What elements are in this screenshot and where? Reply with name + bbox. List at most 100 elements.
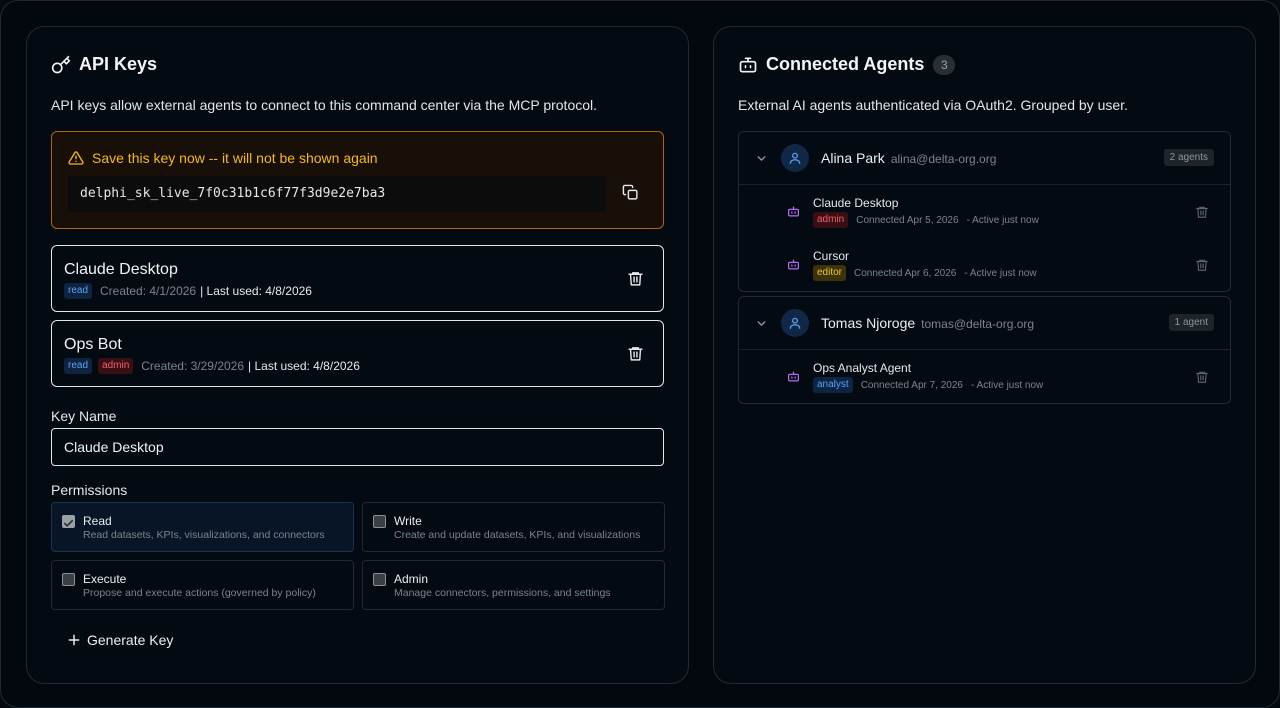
permission-option-execute[interactable]: Execute Propose and execute actions (gov… [51, 560, 354, 610]
user-icon [789, 152, 801, 164]
key-name-label: Key Name [51, 408, 117, 424]
user-name-text: Tomas Njoroge [821, 315, 916, 331]
role-tag: editor [813, 265, 847, 281]
permission-checkbox-admin[interactable] [373, 573, 386, 586]
user-icon [789, 317, 801, 329]
user-avatar [781, 144, 809, 172]
permission-description: Read datasets, KPIs, visualizations, and… [83, 529, 325, 541]
user-group-header[interactable]: Tomas Njoroge tomas@delta-org.org 1 agent [739, 297, 1230, 350]
permission-checkbox-write[interactable] [373, 515, 386, 528]
permission-tag: read [64, 283, 93, 299]
warning-text: Save this key now -- it will not be show… [92, 150, 378, 166]
agent-count-badge: 2 agents [1163, 149, 1214, 166]
bot-icon [788, 259, 799, 270]
connected-agents-title: Connected Agents 3 [738, 54, 956, 75]
api-keys-title: API Keys [51, 54, 157, 75]
user-group-header[interactable]: Alina Park alina@delta-org.org 2 agents [739, 132, 1230, 185]
user-name-text: Alina Park [821, 150, 885, 166]
user-email: tomas@delta-org.org [921, 317, 1035, 331]
agent-active: - Active just now [964, 267, 1037, 279]
app-frame: API Keys API keys allow external agents … [0, 0, 1280, 708]
agent-active: - Active just now [971, 379, 1044, 391]
trash-icon [1196, 206, 1208, 218]
permission-description: Create and update datasets, KPIs, and vi… [394, 529, 641, 541]
revoke-agent-button[interactable] [1195, 205, 1209, 224]
agent-name: Claude Desktop [813, 196, 899, 210]
check-icon [64, 519, 73, 527]
delete-key-button[interactable] [627, 270, 644, 292]
api-keys-title-text: API Keys [79, 54, 158, 74]
chevron-down-icon[interactable] [755, 317, 768, 330]
trash-icon [1196, 371, 1208, 383]
bot-icon [788, 206, 799, 217]
agent-connected: Connected Apr 7, 2026 [860, 379, 963, 391]
revoke-agent-button[interactable] [1195, 370, 1209, 389]
user-agent-group: Tomas Njoroge tomas@delta-org.org 1 agent… [738, 296, 1231, 404]
permission-option-write[interactable]: Write Create and update datasets, KPIs, … [362, 502, 665, 552]
bot-icon [788, 371, 799, 382]
api-keys-panel: API Keys API keys allow external agents … [26, 26, 689, 684]
connected-agents-panel: Connected Agents 3 External AI agents au… [713, 26, 1256, 684]
permission-title: Admin [394, 572, 429, 586]
api-key-name: Ops Bot [64, 336, 122, 353]
new-key-warning-box: Save this key now -- it will not be show… [51, 131, 664, 229]
agents-count-badge: 3 [933, 54, 956, 75]
api-key-created: Created: 4/1/2026 [100, 284, 197, 298]
api-key-created: Created: 3/29/2026 [141, 359, 245, 373]
agent-connected: Connected Apr 5, 2026 [856, 214, 959, 226]
user-avatar [781, 309, 809, 337]
agent-name: Ops Analyst Agent [813, 361, 912, 375]
permission-title: Write [394, 514, 422, 528]
chevron-down-icon[interactable] [755, 152, 768, 165]
agent-row: Cursor editor Connected Apr 6, 2026 - Ac… [739, 238, 1230, 291]
bot-icon [739, 57, 757, 72]
permission-tag: admin [98, 358, 134, 374]
trash-icon [628, 272, 643, 286]
agent-count-badge: 1 agent [1168, 314, 1214, 331]
trash-icon [1196, 259, 1208, 271]
revoke-agent-button[interactable] [1195, 258, 1209, 277]
agent-name: Cursor [813, 249, 850, 263]
agents-description: External AI agents authenticated via OAu… [738, 97, 1128, 113]
agent-row: Ops Analyst Agent analyst Connected Apr … [739, 350, 1230, 403]
user-email: alina@delta-org.org [890, 152, 997, 166]
agent-row: Claude Desktop admin Connected Apr 5, 20… [739, 185, 1230, 238]
warning-message: Save this key now -- it will not be show… [68, 150, 378, 166]
trash-icon [628, 347, 643, 361]
connected-agents-title-text: Connected Agents [766, 54, 925, 74]
permission-checkbox-execute[interactable] [62, 573, 75, 586]
new-key-value[interactable]: delphi_sk_live_7f0c31b1c6f77f3d9e2e7ba3 [68, 176, 606, 212]
warning-triangle-icon [68, 151, 84, 165]
api-key-meta: read Created: 4/1/2026 | Last used: 4/8/… [64, 283, 312, 299]
api-key-last-used: | Last used: 4/8/2026 [248, 359, 360, 373]
agent-meta: editor Connected Apr 6, 2026 - Active ju… [813, 265, 1037, 281]
permission-option-admin[interactable]: Admin Manage connectors, permissions, an… [362, 560, 665, 610]
api-key-last-used: | Last used: 4/8/2026 [200, 284, 312, 298]
api-key-name: Claude Desktop [64, 261, 178, 278]
agent-connected: Connected Apr 6, 2026 [854, 267, 957, 279]
permission-option-read[interactable]: Read Read datasets, KPIs, visualizations… [51, 502, 354, 552]
api-key-meta: read admin Created: 3/29/2026 | Last use… [64, 358, 360, 374]
role-tag: admin [813, 212, 849, 228]
key-icon [51, 55, 71, 73]
user-name: Tomas Njoroge tomas@delta-org.org [821, 315, 1034, 331]
api-key-card: Claude Desktop read Created: 4/1/2026 | … [51, 245, 664, 312]
user-name: Alina Park alina@delta-org.org [821, 150, 996, 166]
delete-key-button[interactable] [627, 345, 644, 367]
agent-meta: analyst Connected Apr 7, 2026 - Active j… [813, 377, 1043, 393]
role-tag: analyst [813, 377, 853, 393]
copy-key-button[interactable] [622, 184, 639, 206]
generate-key-label: Generate Key [87, 632, 174, 648]
permission-title: Execute [83, 572, 127, 586]
agent-active: - Active just now [966, 214, 1039, 226]
key-name-input[interactable] [51, 428, 664, 466]
permission-checkbox-read[interactable] [62, 515, 75, 528]
api-keys-description: API keys allow external agents to connec… [51, 97, 598, 113]
api-key-card: Ops Bot read admin Created: 3/29/2026 | … [51, 320, 664, 387]
copy-icon [622, 184, 638, 200]
permission-title: Read [83, 514, 112, 528]
plus-icon [68, 634, 80, 646]
permission-description: Manage connectors, permissions, and sett… [394, 587, 611, 599]
generate-key-button[interactable]: Generate Key [67, 632, 173, 648]
permission-description: Propose and execute actions (governed by… [83, 587, 316, 599]
